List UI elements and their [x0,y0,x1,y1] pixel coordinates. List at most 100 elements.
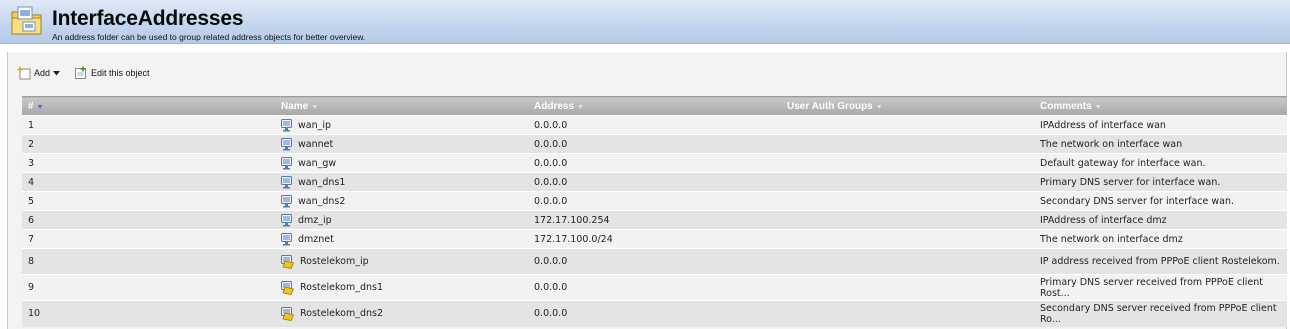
cell-name[interactable]: Rostelekom_ip [275,248,528,275]
cell-name[interactable]: wan_ip [275,115,528,135]
ip-address-icon [281,175,292,188]
table-row[interactable]: 2 wannet 0.0.0.0 The network on interface w… [22,134,1287,154]
column-header-address[interactable]: Address ▼ [528,96,781,116]
cell-number: 4 [22,172,275,192]
table-header-row: # ▼ Name ▼ Address ▼ User Auth Groups ▼ Comm… [22,96,1287,116]
address-name: Rostelekom_dns2 [300,308,384,320]
page-subtitle: An address folder can be used to group r… [52,32,366,42]
cell-name[interactable]: wan_gw [275,153,528,173]
cell-number: 7 [22,229,275,249]
table-row[interactable]: 3 wan_gw 0.0.0.0 Default gateway for interf… [22,153,1287,173]
cell-name[interactable]: Rostelekom_dns2 [275,300,528,327]
table-row[interactable]: 9 Rostelekom_dns1 0.0.0.0 Primary DNS serve… [22,274,1287,301]
table-row[interactable]: 5 wan_dns2 0.0.0.0 Secondary DNS server for… [22,191,1287,211]
cell-address: 0.0.0.0 [528,153,781,173]
cell-comment: The network on interface dmz [1034,229,1287,249]
cell-number: 6 [22,210,275,230]
cell-comment: Secondary DNS server for interface wan. [1034,191,1287,211]
column-header-user-auth-groups[interactable]: User Auth Groups ▼ [781,96,1034,116]
address-name: wan_dns1 [298,176,346,188]
cell-number: 9 [22,274,275,301]
cell-user-auth-groups [781,191,1034,211]
address-name: dmz_ip [298,214,332,226]
cell-name[interactable]: wan_dns2 [275,191,528,211]
cell-number: 1 [22,115,275,135]
cell-address: 0.0.0.0 [528,300,781,327]
address-folder-icon [11,6,42,35]
cell-address: 0.0.0.0 [528,248,781,275]
cell-name[interactable]: wan_dns1 [275,172,528,192]
address-name: wan_dns2 [298,195,346,207]
table-row[interactable]: 6 dmz_ip 172.17.100.254 IPAddress of interf… [22,210,1287,230]
cell-address: 0.0.0.0 [528,134,781,154]
cell-comment: IPAddress of interface wan [1034,115,1287,135]
cell-comment: Default gateway for interface wan. [1034,153,1287,173]
sort-icon: ▼ [311,103,319,111]
cell-user-auth-groups [781,153,1034,173]
cell-user-auth-groups [781,172,1034,192]
add-button[interactable]: Add [17,66,61,80]
cell-name[interactable]: dmz_ip [275,210,528,230]
cell-address: 0.0.0.0 [528,172,781,192]
sort-icon: ▼ [1094,103,1102,111]
cell-user-auth-groups [781,115,1034,135]
cell-comment: IPAddress of interface dmz [1034,210,1287,230]
cell-name[interactable]: wannet [275,134,528,154]
address-table: # ▼ Name ▼ Address ▼ User Auth Groups ▼ Comm… [22,96,1287,327]
table-row[interactable]: 1 wan_ip 0.0.0.0 IPAddress of interface wan [22,115,1287,135]
page-header: InterfaceAddresses An address folder can… [0,0,1290,44]
address-name: Rostelekom_ip [300,256,369,267]
cell-user-auth-groups [781,248,1034,275]
column-header-number[interactable]: # ▼ [22,96,275,116]
cell-number: 10 [22,300,275,327]
cell-comment: Primary DNS server received from PPPoE c… [1034,274,1287,301]
cell-number: 2 [22,134,275,154]
cell-comment: Primary DNS server for interface wan. [1034,172,1287,192]
cell-comment: IP address received from PPPoE client Ro… [1034,248,1287,275]
cell-number: 5 [22,191,275,211]
address-name: wannet [298,138,334,150]
locked-address-icon [281,280,294,295]
cell-number: 8 [22,248,275,275]
cell-name[interactable]: Rostelekom_dns1 [275,274,528,301]
cell-address: 0.0.0.0 [528,274,781,301]
cell-user-auth-groups [781,229,1034,249]
sort-icon: ▼ [577,103,584,111]
cell-number: 3 [22,153,275,173]
edit-object-icon [75,66,87,79]
ip-address-icon [281,213,292,226]
sort-desc-icon: ▼ [36,103,44,111]
cell-user-auth-groups [781,274,1034,301]
table-row[interactable]: 10 Rostelekom_dns2 0.0.0.0 Secondary DNS se… [22,300,1287,327]
address-name: wan_ip [298,119,332,131]
edit-object-label: Edit this object [91,68,150,78]
column-header-name[interactable]: Name ▼ [275,96,528,116]
cell-user-auth-groups [781,134,1034,154]
chevron-down-icon [53,70,61,75]
cell-user-auth-groups [781,300,1034,327]
cell-address: 0.0.0.0 [528,191,781,211]
add-label: Add [34,68,51,78]
edit-object-button[interactable]: Edit this object [74,66,150,80]
cell-address: 172.17.100.0/24 [528,229,781,249]
cell-name[interactable]: dmznet [275,229,528,249]
toolbar: Add Edit this object [17,64,164,82]
cell-comment: Secondary DNS server received from PPPoE… [1034,300,1287,327]
cell-comment: The network on interface wan [1034,134,1287,154]
cell-address: 0.0.0.0 [528,115,781,135]
ip-address-icon [281,137,292,150]
ip-address-icon [281,156,292,169]
page-title: InterfaceAddresses [52,7,244,30]
column-header-comments[interactable]: Comments ▼ [1034,96,1287,116]
table-row[interactable]: 8 Rostelekom_ip 0.0.0.0 IP address received… [22,248,1287,275]
cell-user-auth-groups [781,210,1034,230]
locked-address-icon [281,254,294,269]
ip-address-icon [281,194,292,207]
cell-address: 172.17.100.254 [528,210,781,230]
address-name: wan_gw [298,157,337,169]
locked-address-icon [281,306,294,321]
table-row[interactable]: 4 wan_dns1 0.0.0.0 Primary DNS server for i… [22,172,1287,192]
ip-address-icon [281,118,292,131]
address-name: dmznet [298,233,334,245]
table-row[interactable]: 7 dmznet 172.17.100.0/24 The network on int… [22,229,1287,249]
